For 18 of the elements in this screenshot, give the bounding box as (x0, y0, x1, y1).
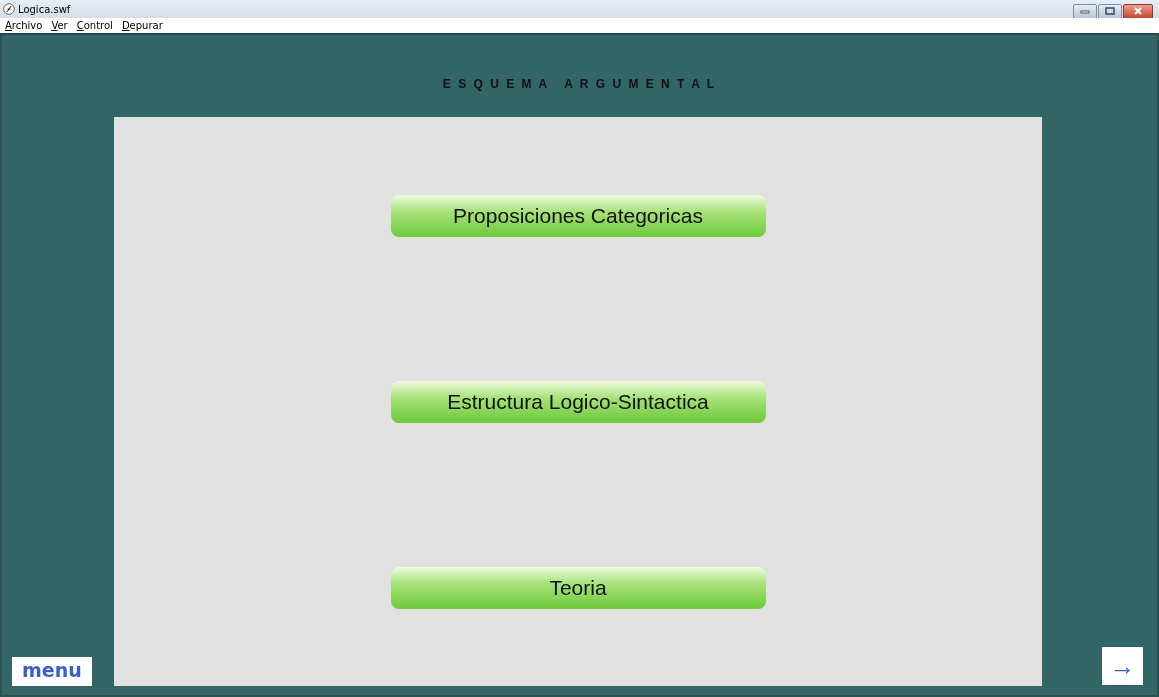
close-icon (1133, 7, 1143, 15)
menu-item[interactable]: Ver (51, 20, 68, 31)
flash-icon (3, 3, 15, 15)
topic-button[interactable]: Proposiciones Categoricas (390, 195, 766, 237)
menu-button[interactable]: menu (12, 657, 92, 686)
minimize-button[interactable] (1073, 3, 1097, 19)
next-button[interactable]: → (1102, 647, 1143, 685)
menu-item[interactable]: Archivo (5, 20, 43, 31)
page-heading: E S Q U E M A A R G U M E N T A L (441, 77, 718, 93)
maximize-icon (1105, 7, 1115, 15)
menu-item[interactable]: Control (76, 20, 113, 31)
minimize-icon (1080, 8, 1090, 14)
maximize-button[interactable] (1098, 3, 1122, 19)
close-button[interactable] (1123, 3, 1153, 19)
menu-item[interactable]: Depurar (121, 20, 163, 31)
topic-button[interactable]: Teoria (390, 567, 766, 609)
topic-button[interactable]: Estructura Logico-Sintactica (390, 381, 766, 423)
window-title: Logica.swf (18, 3, 71, 15)
